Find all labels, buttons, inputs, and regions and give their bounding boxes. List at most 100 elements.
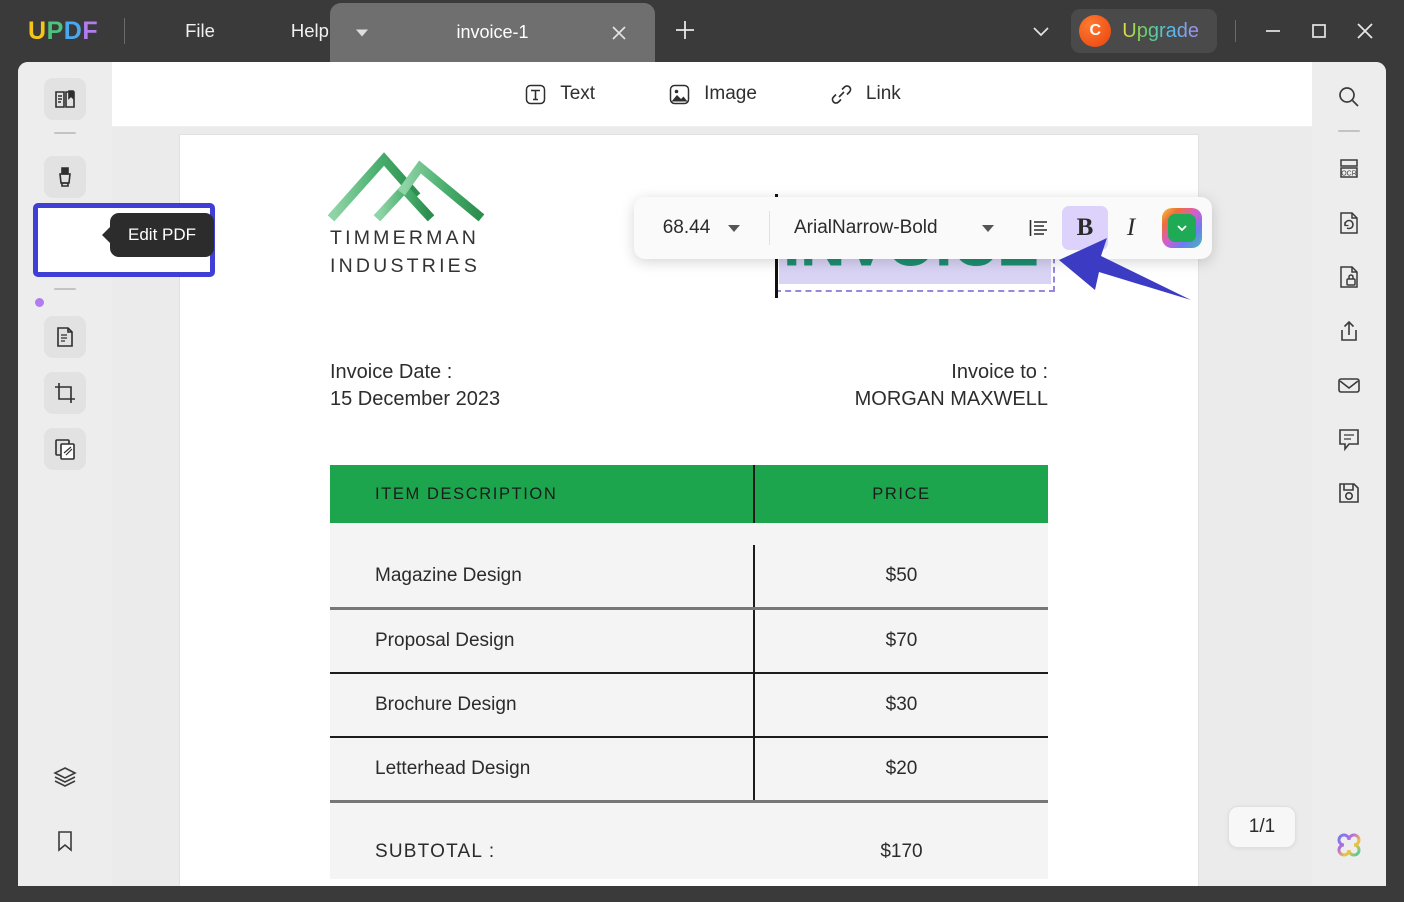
font-family-value: ArialNarrow-Bold (794, 217, 938, 239)
sidebar-divider (54, 132, 76, 134)
tab-invoice-1[interactable]: invoice-1 (330, 3, 655, 62)
pdf-canvas[interactable]: TIMMERMAN INDUSTRIES INVOICE Invoice Dat… (112, 127, 1312, 886)
font-size-selector[interactable]: 68.44 (634, 217, 769, 239)
cell-description[interactable]: Magazine Design (330, 545, 753, 607)
italic-label: I (1127, 214, 1135, 242)
chevron-down-icon[interactable] (1021, 11, 1061, 51)
invoice-table: ITEM DESCRIPTION PRICE Magazine Design $… (330, 465, 1048, 879)
ocr-icon[interactable]: OCR (1328, 148, 1370, 190)
cell-description[interactable]: Proposal Design (330, 610, 753, 672)
invoice-to-value[interactable]: MORGAN MAXWELL (855, 388, 1048, 411)
align-left-icon[interactable] (1016, 206, 1062, 250)
sidebar-item-layers[interactable] (44, 756, 86, 798)
title-bar: U P D F File Help invoice-1 (0, 0, 1404, 62)
menu-file[interactable]: File (171, 14, 229, 48)
invoice-date-label: Invoice Date : (330, 361, 452, 384)
table-row[interactable]: Letterhead Design $20 (330, 738, 1048, 800)
convert-icon[interactable] (1328, 202, 1370, 244)
table-gap (330, 803, 1048, 825)
chevron-down-icon (1168, 214, 1196, 242)
cell-price[interactable]: $20 (755, 738, 1048, 800)
brand-name: TIMMERMAN INDUSTRIES (330, 225, 480, 280)
comment-icon[interactable] (1328, 418, 1370, 460)
chevron-down-icon[interactable] (356, 29, 368, 36)
column-header-description: ITEM DESCRIPTION (330, 465, 753, 523)
tab-strip: invoice-1 (330, 0, 701, 62)
minimize-icon[interactable] (1250, 8, 1296, 54)
edit-tool-link-label: Link (866, 83, 901, 105)
sidebar-item-crop[interactable] (44, 372, 86, 414)
edit-tool-text-label: Text (560, 83, 595, 105)
app-shell: Edit PDF OCR (18, 62, 1386, 886)
table-row[interactable]: Proposal Design $70 (330, 610, 1048, 672)
font-color-picker[interactable] (1162, 208, 1202, 248)
italic-button[interactable]: I (1108, 206, 1154, 250)
sidebar-collapse-handle[interactable] (35, 298, 44, 307)
cell-price[interactable]: $50 (755, 545, 1048, 607)
right-sidebar-divider (1338, 130, 1360, 132)
save-icon[interactable] (1328, 472, 1370, 514)
cell-price[interactable]: $70 (755, 610, 1048, 672)
mountain-logo-icon (328, 145, 493, 230)
window-controls-divider (1235, 20, 1236, 42)
page-indicator[interactable]: 1/1 (1228, 806, 1296, 848)
edit-tool-link[interactable]: Link (829, 82, 901, 107)
close-icon[interactable] (1342, 8, 1388, 54)
window-controls: C Upgrade (1021, 0, 1404, 62)
chevron-down-icon[interactable] (982, 225, 994, 232)
sidebar-item-bookmarks[interactable] (44, 820, 86, 862)
brand-line-2: INDUSTRIES (330, 253, 480, 281)
edit-tool-text[interactable]: Text (523, 82, 595, 107)
sidebar-item-reader[interactable] (44, 78, 86, 120)
email-icon[interactable] (1328, 364, 1370, 406)
logo-letter-d: D (64, 17, 83, 46)
logo-letter-f: F (82, 17, 98, 46)
lock-document-icon[interactable] (1328, 256, 1370, 298)
sidebar-item-convert[interactable] (44, 316, 86, 358)
subtotal-label: SUBTOTAL : (330, 841, 755, 863)
updf-window: U P D F File Help invoice-1 (0, 0, 1404, 902)
ai-clover-icon[interactable] (1328, 824, 1370, 866)
edit-pdf-tooltip: Edit PDF (110, 213, 214, 257)
logo-divider (124, 18, 125, 44)
font-size-value: 68.44 (663, 217, 711, 239)
invoice-date-value[interactable]: 15 December 2023 (330, 388, 500, 411)
svg-text:OCR: OCR (1341, 170, 1357, 177)
invoice-to-label: Invoice to : (951, 361, 1048, 384)
column-header-price: PRICE (755, 465, 1048, 523)
table-gap (330, 523, 1048, 545)
close-icon[interactable] (609, 23, 629, 43)
edit-tool-image-label: Image (704, 83, 757, 105)
upgrade-badge: C (1079, 15, 1111, 47)
brand-line-1: TIMMERMAN (330, 225, 480, 253)
edit-toolbar: Text Image Link (112, 62, 1312, 127)
table-row[interactable]: Magazine Design $50 (330, 545, 1048, 607)
left-sidebar (18, 62, 112, 886)
maximize-icon[interactable] (1296, 8, 1342, 54)
cell-description[interactable]: Letterhead Design (330, 738, 753, 800)
cell-description[interactable]: Brochure Design (330, 674, 753, 736)
search-icon[interactable] (1328, 76, 1370, 118)
upgrade-button[interactable]: C Upgrade (1071, 9, 1217, 53)
font-family-selector[interactable]: ArialNarrow-Bold (770, 217, 1016, 239)
table-row[interactable]: Brochure Design $30 (330, 674, 1048, 736)
chevron-down-icon[interactable] (728, 225, 740, 232)
upgrade-label: Upgrade (1122, 20, 1199, 43)
cell-price[interactable]: $30 (755, 674, 1048, 736)
bold-button[interactable]: B (1062, 206, 1108, 250)
updf-logo: U P D F (28, 17, 98, 46)
new-tab-button[interactable] (669, 14, 701, 46)
tab-title: invoice-1 (456, 22, 528, 43)
right-sidebar: OCR (1312, 62, 1386, 886)
sidebar-item-annotate[interactable] (44, 156, 86, 198)
sidebar-divider-2 (54, 288, 76, 290)
logo-letter-p: P (47, 17, 64, 46)
logo-letter-u: U (28, 17, 47, 46)
edit-tool-image[interactable]: Image (667, 82, 757, 107)
subtotal-value[interactable]: $170 (755, 841, 1048, 863)
subtotal-row[interactable]: SUBTOTAL : $170 (330, 825, 1048, 879)
sidebar-item-organize[interactable] (44, 428, 86, 470)
share-icon[interactable] (1328, 310, 1370, 352)
bold-label: B (1077, 214, 1094, 242)
main-view: Text Image Link (112, 62, 1312, 886)
